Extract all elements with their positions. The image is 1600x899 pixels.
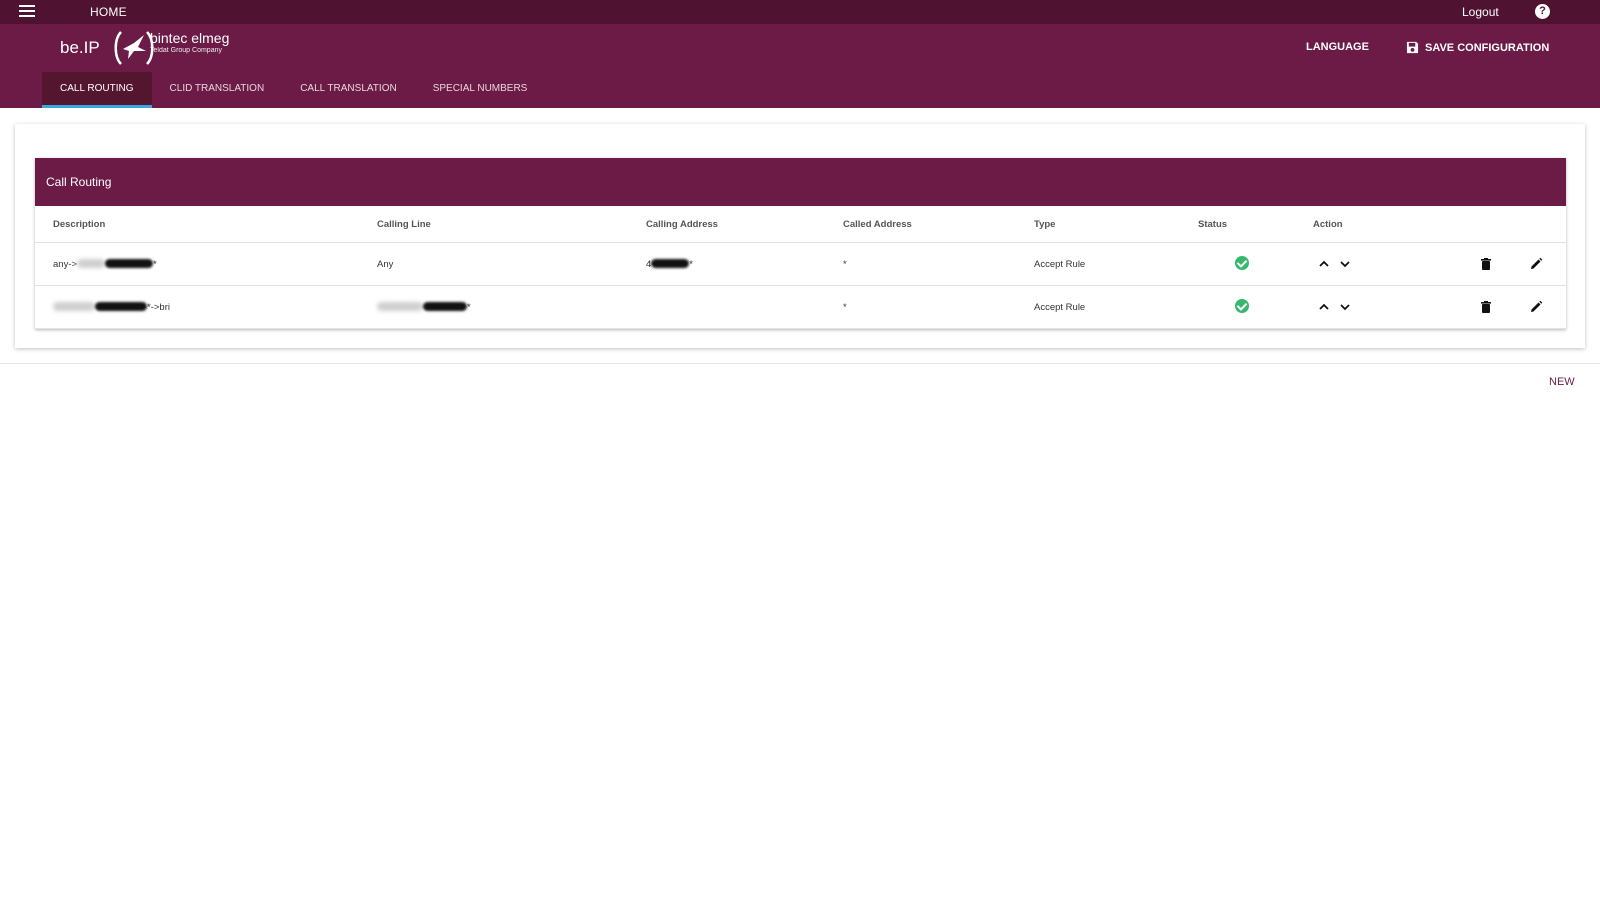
description-prefix: any-> bbox=[53, 258, 78, 270]
header: be.IP bintec elmeg Teldat Group Company … bbox=[0, 24, 1600, 108]
cell-action bbox=[1313, 285, 1566, 329]
move-down-icon[interactable] bbox=[1338, 257, 1352, 271]
cell-calling-address bbox=[646, 285, 843, 329]
column-calling-line: Calling Line bbox=[377, 206, 646, 243]
tab-special-numbers[interactable]: SPECIAL NUMBERS bbox=[415, 72, 546, 105]
cell-called-address: * bbox=[843, 285, 1034, 329]
save-icon bbox=[1406, 41, 1419, 54]
redacted-text bbox=[377, 302, 423, 312]
cell-type: Accept Rule bbox=[1034, 242, 1198, 286]
edit-icon[interactable] bbox=[1529, 300, 1543, 314]
calling-line-suffix: * bbox=[467, 301, 471, 313]
cell-called-address: * bbox=[843, 242, 1034, 286]
tab-call-translation[interactable]: CALL TRANSLATION bbox=[282, 72, 415, 105]
brand-name: be.IP bbox=[60, 38, 100, 57]
column-type: Type bbox=[1034, 206, 1198, 243]
column-called-address: Called Address bbox=[843, 206, 1034, 243]
tab-bar: CALL ROUTING CLID TRANSLATION CALL TRANS… bbox=[42, 72, 545, 108]
description-suffix: * bbox=[153, 258, 157, 270]
call-routing-table: Description Calling Line Calling Address… bbox=[35, 206, 1566, 329]
home-link[interactable]: HOME bbox=[90, 5, 127, 19]
redacted-text bbox=[95, 302, 147, 312]
status-ok-icon bbox=[1235, 298, 1249, 313]
move-up-icon[interactable] bbox=[1317, 300, 1331, 314]
move-down-icon[interactable] bbox=[1338, 300, 1352, 314]
description-suffix: *->bri bbox=[147, 301, 170, 313]
call-routing-panel: Call Routing Description Calling Line Ca… bbox=[35, 158, 1566, 329]
content-card: Call Routing Description Calling Line Ca… bbox=[15, 124, 1585, 348]
menu-icon[interactable] bbox=[19, 5, 35, 19]
cell-status bbox=[1198, 285, 1313, 329]
redacted-text bbox=[105, 259, 154, 269]
table-row[interactable]: any-> * Any 4 * * Accept Rule bbox=[35, 242, 1566, 286]
calling-address-suffix: * bbox=[689, 258, 693, 270]
delete-icon[interactable] bbox=[1479, 300, 1493, 314]
tab-call-routing[interactable]: CALL ROUTING bbox=[42, 72, 152, 108]
cell-calling-line: Any bbox=[377, 242, 646, 286]
column-status: Status bbox=[1198, 206, 1313, 243]
redacted-text bbox=[53, 302, 95, 312]
redacted-text bbox=[651, 259, 690, 269]
help-icon[interactable]: ? bbox=[1535, 4, 1550, 19]
redacted-text bbox=[77, 259, 106, 269]
language-button[interactable]: LANGUAGE bbox=[1306, 41, 1369, 53]
column-description: Description bbox=[35, 206, 377, 243]
move-up-icon[interactable] bbox=[1317, 257, 1331, 271]
cell-calling-line: * bbox=[377, 285, 646, 329]
cell-action bbox=[1313, 242, 1566, 286]
bintec-logo bbox=[114, 29, 154, 72]
cell-status bbox=[1198, 242, 1313, 286]
table-row[interactable]: *->bri * * Accept Rule bbox=[35, 285, 1566, 329]
column-calling-address: Calling Address bbox=[646, 206, 843, 243]
new-button[interactable]: NEW bbox=[1549, 376, 1575, 388]
logo-subtitle: Teldat Group Company bbox=[150, 47, 222, 54]
column-action: Action bbox=[1313, 206, 1566, 243]
footer-divider bbox=[0, 363, 1600, 364]
status-ok-icon bbox=[1235, 255, 1249, 270]
logo-text: bintec elmeg bbox=[150, 30, 230, 46]
save-configuration-button[interactable]: SAVE CONFIGURATION bbox=[1406, 41, 1549, 54]
cell-calling-address: 4 * bbox=[646, 242, 843, 286]
table-header-row: Description Calling Line Calling Address… bbox=[35, 206, 1566, 243]
edit-icon[interactable] bbox=[1529, 257, 1543, 271]
top-bar: HOME Logout ? bbox=[0, 0, 1600, 24]
delete-icon[interactable] bbox=[1479, 257, 1493, 271]
tab-clid-translation[interactable]: CLID TRANSLATION bbox=[152, 72, 283, 105]
panel-title: Call Routing bbox=[35, 158, 1566, 206]
redacted-text bbox=[423, 302, 467, 312]
save-configuration-label: SAVE CONFIGURATION bbox=[1425, 41, 1550, 54]
cell-type: Accept Rule bbox=[1034, 285, 1198, 329]
cell-description: *->bri bbox=[35, 285, 377, 329]
cell-description: any-> * bbox=[35, 242, 377, 286]
logout-link[interactable]: Logout bbox=[1462, 5, 1499, 19]
